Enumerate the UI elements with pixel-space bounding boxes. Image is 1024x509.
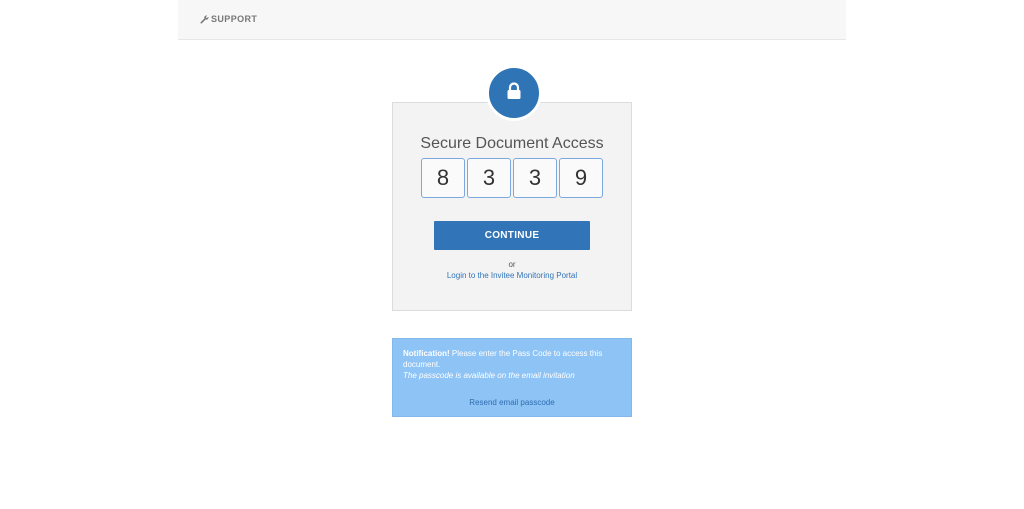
notification-hint: The passcode is available on the email i… <box>403 371 575 380</box>
resend-passcode-link[interactable]: Resend email passcode <box>393 397 631 408</box>
passcode-digit-1[interactable] <box>421 158 465 198</box>
passcode-digit-3[interactable] <box>513 158 557 198</box>
lock-badge <box>486 65 542 121</box>
passcode-digit-4[interactable] <box>559 158 603 198</box>
wrench-icon <box>200 15 209 24</box>
lock-icon <box>506 81 522 105</box>
passcode-digit-2[interactable] <box>467 158 511 198</box>
top-navbar: SUPPORT <box>178 0 846 40</box>
passcode-inputs <box>421 158 603 198</box>
support-label: SUPPORT <box>211 14 258 24</box>
monitoring-portal-link[interactable]: Login to the Invitee Monitoring Portal <box>393 271 631 280</box>
or-separator: or <box>508 260 516 269</box>
page-title: Secure Document Access <box>420 135 604 152</box>
notification-alert: Notification! Please enter the Pass Code… <box>392 338 632 417</box>
support-link[interactable]: SUPPORT <box>200 14 257 24</box>
secure-access-card: Secure Document Access CONTINUE or Login… <box>392 102 632 311</box>
continue-button[interactable]: CONTINUE <box>434 221 590 250</box>
notification-label: Notification! <box>403 349 450 358</box>
